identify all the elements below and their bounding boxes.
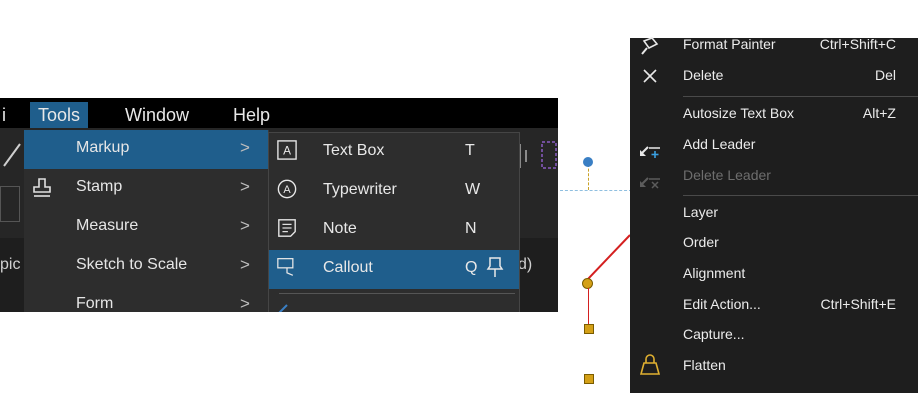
markup-item-text-box[interactable]: A Text Box T [269,133,519,172]
tools-menu-item-measure[interactable]: Measure > [24,208,268,247]
shortcut-label: Q [465,259,478,276]
text-box-icon: A [277,140,297,160]
menu-item-label: Typewriter [323,181,397,198]
markup-item-typewriter[interactable]: A Typewriter W [269,172,519,211]
shortcut-label: N [465,220,477,237]
shortcut-label: Alt+Z [862,105,896,121]
tools-menu-item-markup[interactable]: Markup > [24,130,268,169]
tools-menu-item-form[interactable]: Form > [24,286,268,312]
close-icon [643,69,657,83]
menu-item-label: Add Leader [683,136,756,152]
menu-item-label: Stamp [76,178,123,195]
context-item-capture[interactable]: Capture... [630,320,918,351]
resize-handle[interactable] [584,374,594,384]
markup-submenu: A Text Box T A Typewriter W Note N Callo… [268,132,520,312]
selection-guide [560,190,632,191]
menu-help[interactable]: Help [225,102,278,128]
context-item-autosize-text-box[interactable]: Autosize Text Box Alt+Z [630,99,918,130]
typewriter-icon: A [277,179,297,199]
context-item-order[interactable]: Order [630,228,918,259]
resize-handle[interactable] [584,324,594,334]
menu-item-label: Alignment [683,265,746,281]
tools-menu-item-sketch-to-scale[interactable]: Sketch to Scale > [24,247,268,286]
app-window: i Tools Window Help pic d) Markup > Stam… [0,98,558,312]
menu-bar: i Tools Window Help [0,98,558,128]
menu-item-label: Measure [76,217,139,234]
context-item-flatten[interactable]: Flatten [630,351,918,382]
svg-text:A: A [283,144,291,158]
shortcut-label: Ctrl+Shift+E [820,296,896,312]
menu-item-label: Markup [76,139,130,156]
shortcut-label: Del [874,67,896,83]
menu-item-label: Form [76,295,114,312]
menu-separator [683,195,918,196]
add-leader-icon [640,146,660,158]
menu-item-label: Capture... [683,326,745,342]
menu-item-label: Callout [323,259,373,276]
submenu-arrow-icon: > [240,216,250,235]
context-item-edit-action[interactable]: Edit Action... Ctrl+Shift+E [630,290,918,321]
context-item-format-painter[interactable]: Format Painter Ctrl+Shift+C [630,30,918,61]
toolbar-button[interactable] [0,186,20,222]
svg-text:A: A [283,184,291,196]
context-item-alignment[interactable]: Alignment [630,259,918,290]
format-painter-icon [641,37,659,55]
menu-fragment: i [2,105,6,125]
flatten-icon [639,354,661,375]
context-item-add-leader[interactable]: Add Leader [630,130,918,161]
background-text-left: pic [0,256,21,273]
submenu-arrow-icon: > [240,294,250,312]
selection-guide-vertical [588,164,590,190]
pin-icon[interactable] [486,256,504,278]
delete-leader-icon [640,177,660,189]
markup-item-callout[interactable]: Callout Q [269,250,519,289]
submenu-arrow-icon: > [240,138,250,157]
pen-icon [278,304,288,312]
tools-menu: Markup > Stamp > Measure > Sketch to Sca… [24,130,269,312]
toolbar-icon[interactable] [540,138,558,172]
menu-item-label: Delete Leader [683,167,771,183]
menu-item-label: Note [323,220,357,237]
tools-menu-item-stamp[interactable]: Stamp > [24,169,268,208]
background-text-right: d) [518,256,533,273]
submenu-arrow-icon: > [240,177,250,196]
menu-item-label: Layer [683,204,719,220]
note-icon [278,219,296,237]
callout-icon [277,258,294,276]
menu-item-label: Sketch to Scale [76,256,188,273]
stamp-icon [33,178,51,197]
context-item-layer[interactable]: Layer [630,198,918,229]
pen-icon[interactable] [2,142,22,168]
menu-item-label: Text Box [323,142,385,159]
rotation-handle[interactable] [583,157,593,167]
shortcut-label: W [465,181,481,198]
menu-item-label: Order [683,234,719,250]
context-item-delete[interactable]: Delete Del [630,61,918,92]
menu-item-label: Autosize Text Box [683,105,795,121]
menu-item-label: Delete [683,67,724,83]
context-item-delete-leader[interactable]: Delete Leader [630,161,918,192]
menu-tools[interactable]: Tools [30,102,89,128]
menu-item-label: Edit Action... [683,296,761,312]
menu-item-label: Format Painter [683,36,776,52]
menu-window[interactable]: Window [117,102,197,128]
menu-item-label: Flatten [683,357,726,373]
submenu-arrow-icon: > [240,255,250,274]
context-menu: Format Painter Ctrl+Shift+C Delete Del A… [630,36,918,393]
shortcut-label: T [465,142,475,159]
shortcut-label: Ctrl+Shift+C [819,36,896,52]
menu-separator [683,96,918,97]
markup-item-note[interactable]: Note N [269,211,519,250]
markup-item-partial[interactable] [269,298,519,312]
leader-segment [588,288,589,324]
menu-separator [279,293,515,294]
